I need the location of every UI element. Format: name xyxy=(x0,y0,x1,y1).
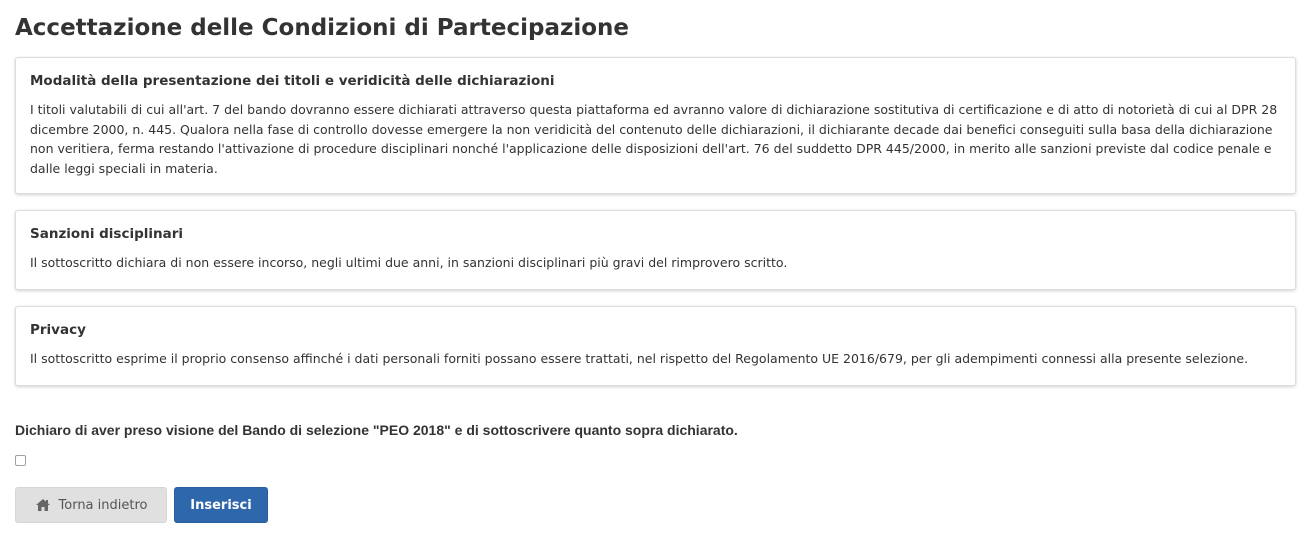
section-text: Il sottoscritto dichiara di non essere i… xyxy=(30,255,788,270)
section-card-privacy: Privacy Il sottoscritto esprime il propr… xyxy=(15,306,1296,386)
section-text: I titoli valutabili di cui all'art. 7 de… xyxy=(30,102,1278,176)
section-title: Sanzioni disciplinari xyxy=(30,226,184,242)
declaration-checkbox[interactable] xyxy=(15,455,26,466)
declaration-label: Dichiaro di aver preso visione del Bando… xyxy=(15,422,738,438)
section-card-sanzioni: Sanzioni disciplinari Il sottoscritto di… xyxy=(15,210,1296,290)
page-title: Accettazione delle Condizioni di Parteci… xyxy=(15,15,630,41)
section-card-titoli: Modalità della presentazione dei titoli … xyxy=(15,57,1296,194)
submit-button[interactable]: Inserisci xyxy=(174,487,268,523)
section-text: Il sottoscritto esprime il proprio conse… xyxy=(30,351,1249,366)
section-title: Modalità della presentazione dei titoli … xyxy=(30,73,555,89)
home-icon xyxy=(35,498,51,512)
back-button-label: Torna indietro xyxy=(58,497,148,513)
submit-button-label: Inserisci xyxy=(190,497,252,513)
section-title: Privacy xyxy=(30,322,86,338)
back-button[interactable]: Torna indietro xyxy=(15,487,167,523)
page: Accettazione delle Condizioni di Parteci… xyxy=(0,0,1311,534)
